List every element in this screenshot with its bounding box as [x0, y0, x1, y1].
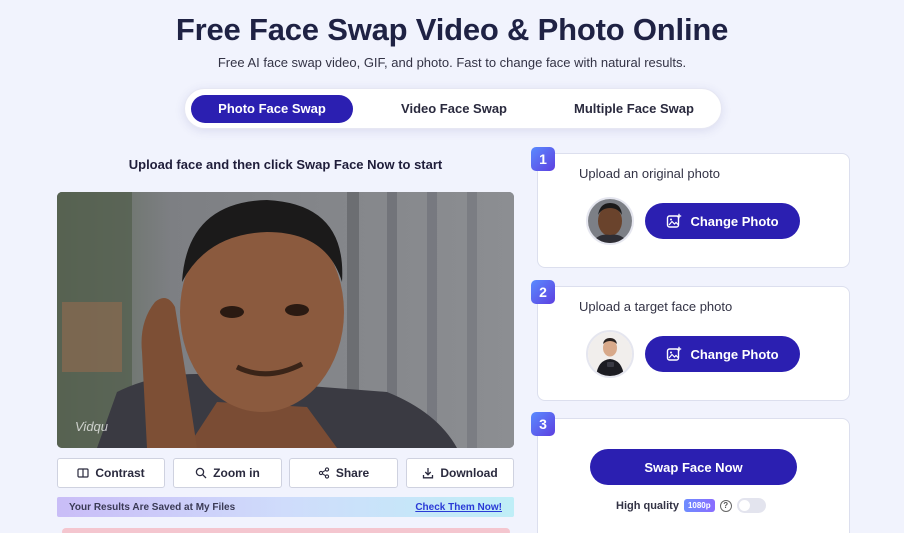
step-2-label: Upload a target face photo [579, 299, 733, 314]
zoom-in-label: Zoom in [213, 466, 260, 480]
page-title: Free Face Swap Video & Photo Online [175, 12, 729, 47]
step-2-badge: 2 [531, 280, 555, 304]
change-photo-label: Change Photo [690, 213, 779, 229]
add-image-icon [667, 213, 682, 228]
swap-face-now-button[interactable]: Swap Face Now [590, 449, 797, 485]
preview-photo [57, 192, 514, 448]
high-quality-toggle[interactable] [736, 498, 766, 513]
watermark-text: Vidqu [75, 419, 109, 434]
upload-hint: Upload face and then click Swap Face Now… [128, 157, 443, 172]
tab-video-face-swap[interactable]: Video Face Swap [373, 95, 535, 123]
step-1-badge: 1 [531, 147, 555, 171]
step-3-card: 3 Swap Face Now High quality 1080p ? [531, 412, 850, 533]
mode-tabs: Photo Face Swap Video Face Swap Multiple… [184, 88, 722, 129]
original-photo-avatar[interactable] [586, 197, 634, 245]
download-button[interactable]: Download [406, 458, 514, 488]
search-icon [195, 467, 207, 479]
help-icon[interactable]: ? [719, 499, 732, 512]
download-icon [423, 468, 434, 479]
download-label: Download [440, 466, 498, 480]
quality-label: High quality [616, 499, 679, 512]
step-3-badge: 3 [531, 412, 555, 436]
saved-notice-text: Your Results Are Saved at My Files [69, 501, 236, 513]
change-original-photo-button[interactable]: Change Photo [645, 203, 800, 239]
resolution-badge: 1080p [683, 499, 715, 512]
step-1-label: Upload an original photo [579, 166, 720, 181]
zoom-in-button[interactable]: Zoom in [173, 458, 282, 488]
tab-multiple-face-swap[interactable]: Multiple Face Swap [553, 95, 715, 123]
target-face-avatar[interactable] [586, 330, 634, 378]
page-subtitle: Free AI face swap video, GIF, and photo.… [217, 55, 687, 70]
share-icon [318, 467, 329, 479]
change-photo-label: Change Photo [690, 346, 779, 362]
bottom-banner [62, 528, 510, 533]
contrast-icon [77, 468, 89, 478]
check-files-link[interactable]: Check Them Now! [415, 502, 502, 513]
add-image-icon [667, 346, 682, 361]
change-target-photo-button[interactable]: Change Photo [645, 336, 800, 372]
tab-photo-face-swap[interactable]: Photo Face Swap [191, 95, 353, 123]
step-1-card: 1 Upload an original photo Change Photo [531, 147, 850, 268]
contrast-button[interactable]: Contrast [57, 458, 165, 488]
original-photo-thumbnail [588, 199, 632, 243]
contrast-label: Contrast [95, 466, 145, 480]
step-2-card: 2 Upload a target face photo Change Phot… [531, 280, 850, 401]
result-preview-image: Vidqu [57, 192, 514, 448]
share-label: Share [335, 466, 370, 480]
target-face-thumbnail [588, 332, 632, 376]
share-button[interactable]: Share [289, 458, 398, 488]
quality-row: High quality 1080p ? [616, 498, 766, 513]
saved-notice: Your Results Are Saved at My Files Check… [57, 497, 514, 517]
preview-actions: Contrast Zoom in Share Download [57, 458, 514, 488]
